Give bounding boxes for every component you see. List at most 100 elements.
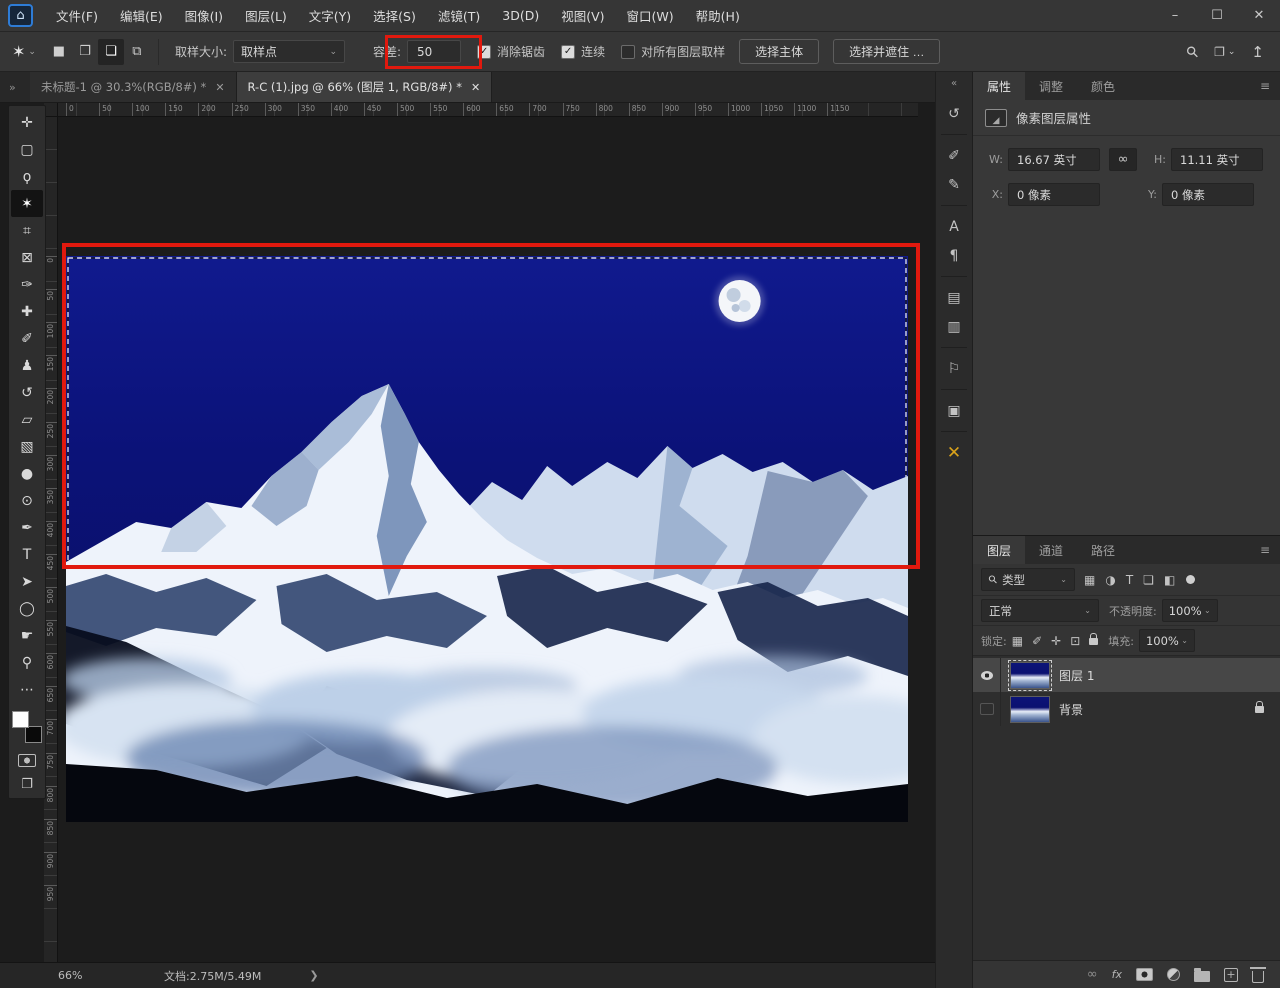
marquee-tool[interactable]: ▢	[11, 136, 43, 163]
menu-view[interactable]: 视图(V)	[550, 0, 615, 31]
eyedropper-tool[interactable]: ✑	[11, 271, 43, 298]
lock-position-icon[interactable]: ✛	[1051, 634, 1061, 648]
layer-style-icon[interactable]: fx	[1112, 968, 1122, 981]
minimize-button[interactable]: –	[1154, 0, 1196, 32]
sample-all-layers-checkbox[interactable]: ✓ 对所有图层取样	[621, 43, 725, 60]
gradient-tool[interactable]: ▧	[11, 433, 43, 460]
lock-image-icon[interactable]: ✐	[1032, 634, 1042, 648]
visibility-toggle[interactable]	[973, 658, 1001, 692]
select-and-mask-button[interactable]: 选择并遮住 …	[833, 39, 940, 64]
brushes-panel-icon[interactable]: ✎	[939, 170, 969, 199]
lock-transparent-icon[interactable]: ▦	[1012, 634, 1023, 648]
close-icon[interactable]: ✕	[471, 81, 480, 94]
maximize-button[interactable]: ☐	[1196, 0, 1238, 32]
checkbox-icon[interactable]: ✓	[561, 45, 575, 59]
filter-shape-layers-icon[interactable]: ❏	[1143, 573, 1154, 587]
contiguous-checkbox[interactable]: ✓ 连续	[561, 43, 605, 60]
panel-tab[interactable]: 属性	[973, 72, 1025, 100]
layer-row[interactable]: 背景	[973, 692, 1280, 726]
clone-stamp-tool[interactable]: ♟	[11, 352, 43, 379]
link-dimensions-icon[interactable]: ∞	[1109, 148, 1137, 171]
new-group-icon[interactable]	[1194, 971, 1210, 982]
background-color-swatch[interactable]	[25, 726, 42, 743]
shape-tool[interactable]: ◯	[11, 595, 43, 622]
crop-tool[interactable]: ⌗	[11, 217, 43, 244]
document-tab[interactable]: 未标题-1 @ 30.3%(RGB/8#) * ✕	[30, 72, 237, 102]
document-canvas[interactable]	[66, 256, 908, 822]
panel-menu-icon[interactable]: ≡	[1260, 72, 1280, 100]
status-chevron-icon[interactable]: ❯	[309, 969, 318, 982]
panel-tab[interactable]: 通道	[1025, 536, 1077, 564]
toolbar-collapse-icon[interactable]: »	[0, 72, 30, 102]
snapshot-panel-icon[interactable]: ▣	[939, 396, 969, 425]
frame-tool[interactable]: ⊠	[11, 244, 43, 271]
fill-field[interactable]: 100% ⌄	[1139, 629, 1195, 652]
brush-tool[interactable]: ✐	[11, 325, 43, 352]
paragraph-panel-icon[interactable]: ¶	[939, 241, 969, 270]
height-field[interactable]: 11.11 英寸	[1171, 148, 1263, 171]
layer-thumbnail[interactable]	[1010, 696, 1050, 723]
menu-image[interactable]: 图像(I)	[174, 0, 234, 31]
width-field[interactable]: 16.67 英寸	[1008, 148, 1100, 171]
intersect-selection-mode[interactable]: ⧉	[124, 39, 150, 65]
document-tab[interactable]: R-C (1).jpg @ 66% (图层 1, RGB/8#) * ✕	[237, 72, 493, 102]
notes-panel-icon[interactable]: ⚐	[939, 354, 969, 383]
menu-select[interactable]: 选择(S)	[362, 0, 427, 31]
new-selection-mode[interactable]: ■	[46, 39, 72, 65]
quick-mask-icon[interactable]	[18, 754, 36, 767]
add-mask-icon[interactable]	[1136, 968, 1153, 981]
close-icon[interactable]: ✕	[215, 81, 224, 94]
pen-tool[interactable]: ✒	[11, 514, 43, 541]
zoom-tool[interactable]: ⚲	[11, 649, 43, 676]
panel-menu-icon[interactable]: ≡	[1260, 536, 1280, 564]
lock-all-icon[interactable]	[1089, 634, 1098, 648]
workspace-switcher[interactable]: ❐ ⌄	[1214, 45, 1235, 59]
panel-tab[interactable]: 图层	[973, 536, 1025, 564]
layer-thumbnail[interactable]	[1010, 662, 1050, 689]
adjustment-layer-icon[interactable]	[1167, 968, 1180, 981]
dodge-tool[interactable]: ⊙	[11, 487, 43, 514]
close-button[interactable]: ✕	[1238, 0, 1280, 32]
menu-edit[interactable]: 编辑(E)	[109, 0, 174, 31]
history-panel-icon[interactable]: ↺	[939, 99, 969, 128]
checkbox-icon[interactable]: ✓	[621, 45, 635, 59]
opacity-field[interactable]: 100% ⌄	[1162, 599, 1218, 622]
foreground-color-swatch[interactable]	[12, 711, 29, 728]
visibility-toggle[interactable]	[973, 692, 1001, 726]
healing-brush-tool[interactable]: ✚	[11, 298, 43, 325]
libraries-panel-icon[interactable]: ▤	[939, 283, 969, 312]
custom-tools-panel-icon[interactable]: ✕	[939, 438, 969, 467]
menu-3d[interactable]: 3D(D)	[491, 0, 550, 31]
character-panel-icon[interactable]: A	[939, 212, 969, 241]
info-panel-icon[interactable]: ▥	[939, 312, 969, 341]
screen-mode-icon[interactable]: ❐	[21, 777, 33, 792]
ruler-horizontal[interactable]: 0501001502002503003504004505005506006507…	[44, 103, 918, 117]
ruler-corner[interactable]	[44, 103, 58, 117]
link-layers-icon[interactable]: ∞	[1087, 967, 1098, 982]
menu-filter[interactable]: 滤镜(T)	[427, 0, 491, 31]
blur-tool[interactable]: ●	[11, 460, 43, 487]
panel-tab[interactable]: 颜色	[1077, 72, 1129, 100]
share-icon[interactable]: ↥	[1251, 43, 1264, 61]
hand-tool[interactable]: ☛	[11, 622, 43, 649]
blend-mode-dropdown[interactable]: 正常 ⌄	[981, 599, 1099, 622]
menu-layer[interactable]: 图层(L)	[234, 0, 298, 31]
x-field[interactable]: 0 像素	[1008, 183, 1100, 206]
path-select-tool[interactable]: ➤	[11, 568, 43, 595]
subtract-selection-mode[interactable]: ❏	[98, 39, 124, 65]
panel-collapse-icon[interactable]: «	[951, 78, 957, 89]
menu-window[interactable]: 窗口(W)	[616, 0, 685, 31]
checkbox-icon[interactable]: ✓	[477, 45, 491, 59]
move-tool[interactable]: ✛	[11, 109, 43, 136]
more-tools[interactable]: ⋯	[11, 676, 43, 703]
filter-toggle-icon[interactable]	[1186, 575, 1195, 584]
lock-artboard-icon[interactable]: ⊡	[1070, 634, 1080, 648]
history-brush-tool[interactable]: ↺	[11, 379, 43, 406]
new-layer-icon[interactable]: +	[1224, 968, 1238, 982]
filter-type-layers-icon[interactable]: T	[1126, 573, 1133, 587]
zoom-level-field[interactable]: 66%	[58, 969, 104, 982]
eraser-tool[interactable]: ▱	[11, 406, 43, 433]
menu-type[interactable]: 文字(Y)	[298, 0, 362, 31]
tolerance-input[interactable]	[407, 40, 461, 63]
lasso-tool[interactable]: ϙ	[11, 163, 43, 190]
